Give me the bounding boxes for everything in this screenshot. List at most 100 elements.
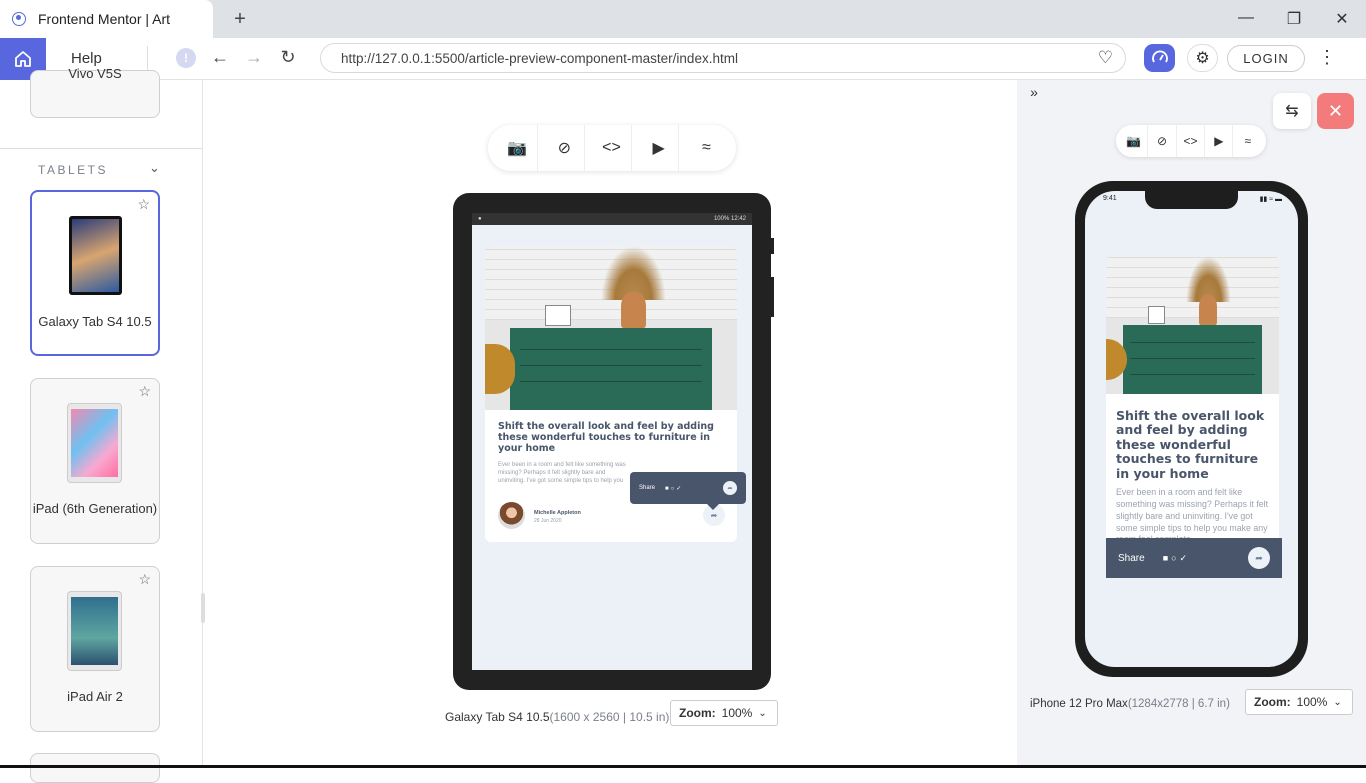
zoom-label: Zoom:	[679, 706, 716, 720]
video-icon[interactable]: ▶	[1205, 125, 1234, 157]
settings-button[interactable]: ⚙	[1187, 44, 1218, 72]
wifi-icon[interactable]: ≈	[686, 125, 726, 171]
phone-article-title: Shift the overall look and feel by addin…	[1116, 408, 1265, 481]
browser-tab[interactable]: Frontend Mentor | Art	[0, 0, 213, 38]
more-menu-icon[interactable]: ⋮	[1318, 47, 1336, 68]
url-bar[interactable]: http://127.0.0.1:5500/article-preview-co…	[320, 43, 1126, 73]
section-title: TABLETS	[38, 163, 108, 177]
chevron-down-icon: ⌄	[1333, 696, 1342, 708]
article-body: Ever been in a room and felt like someth…	[498, 461, 626, 484]
phone-dims: (1284x2778 | 6.7 in)	[1127, 698, 1230, 710]
device-name: iPad (6th Generation)	[32, 501, 158, 516]
gear-icon: ⚙	[1195, 50, 1210, 67]
phone-status-icons: ▮▮ ≈ ▬	[1259, 196, 1282, 203]
phone-zoom-select[interactable]: Zoom: 100% ⌄	[1245, 689, 1353, 715]
device-card-galaxy-tab[interactable]: ☆ Galaxy Tab S4 10.5	[30, 190, 160, 356]
star-icon[interactable]: ☆	[137, 196, 150, 213]
secondary-preview-panel: » ⇆ ✕ 📷 ⊘ <> ▶ ≈ 9:41 ▮▮ ≈ ▬ Shift the o…	[1017, 80, 1366, 768]
ipad-6-image	[67, 403, 122, 483]
device-name: iPad Air 2	[67, 689, 123, 704]
zoom-value: 100%	[1296, 695, 1328, 709]
forward-icon[interactable]: →	[243, 47, 265, 68]
browser-titlebar: Frontend Mentor | Art + — ❐ ✕	[0, 0, 1366, 38]
share-label: Share	[1118, 552, 1145, 564]
phone-device-label: iPhone 12 Pro Max(1284x2778 | 6.7 in)	[1030, 698, 1230, 710]
login-button[interactable]: LOGIN	[1227, 45, 1305, 72]
section-divider	[0, 148, 202, 149]
rotate-icon[interactable]: ⊘	[1149, 125, 1177, 157]
device-card-prev[interactable]: Vivo V5S	[30, 66, 160, 118]
device-card-next[interactable]	[30, 753, 160, 783]
chevron-down-icon: ⌄	[758, 707, 767, 719]
star-icon[interactable]: ☆	[138, 571, 151, 588]
share-close-button[interactable]: ➦	[723, 481, 737, 495]
back-icon[interactable]: ←	[209, 47, 231, 68]
device-card-ipad-air-2[interactable]: ☆ iPad Air 2	[30, 566, 160, 732]
author-avatar	[498, 502, 525, 529]
ipad-air-image	[67, 591, 122, 671]
help-link[interactable]: Help	[71, 50, 102, 67]
phone-article-photo	[1106, 256, 1279, 394]
popover-arrow	[706, 503, 720, 510]
tablet-statusbar: ● 100% 12:42	[472, 213, 752, 225]
article-date: 28 Jun 2020	[534, 518, 562, 524]
speedometer-icon	[1151, 50, 1168, 63]
globe-icon	[12, 12, 26, 26]
phone-device-toolbar: 📷 ⊘ <> ▶ ≈	[1116, 125, 1266, 157]
star-icon[interactable]: ☆	[138, 383, 151, 400]
heart-icon[interactable]: ♡	[1098, 48, 1113, 68]
performance-button[interactable]	[1144, 44, 1175, 72]
device-name: Galaxy Tab S4 10.5	[38, 314, 152, 329]
minimize-icon[interactable]: —	[1236, 9, 1256, 27]
refresh-button[interactable]: ⇆	[1273, 93, 1311, 129]
phone-frame: 9:41 ▮▮ ≈ ▬ Shift the overall look and f…	[1075, 181, 1308, 677]
share-popover: Share ■○✓ ➦	[630, 472, 746, 504]
reload-icon[interactable]: ↻	[277, 47, 299, 68]
rotate-icon[interactable]: ⊘	[545, 125, 585, 171]
code-icon[interactable]: <>	[1177, 125, 1205, 157]
phone-screen: 9:41 ▮▮ ≈ ▬ Shift the overall look and f…	[1085, 191, 1298, 667]
device-toolbar: 📷 ⊘ <> ▶ ≈	[488, 125, 736, 171]
url-text[interactable]: http://127.0.0.1:5500/article-preview-co…	[341, 51, 738, 66]
home-icon	[15, 51, 31, 67]
chevron-down-icon[interactable]: ⌄	[149, 160, 160, 176]
phone-notch	[1145, 191, 1238, 209]
camera-icon[interactable]: 📷	[1120, 125, 1149, 157]
wifi-icon[interactable]: ≈	[1234, 125, 1262, 157]
device-name: Vivo V5S	[68, 66, 122, 81]
tablet-screen: ● 100% 12:42 Shift the overall look and …	[472, 213, 752, 670]
close-icon: ✕	[1327, 100, 1344, 121]
close-preview-button[interactable]: ✕	[1317, 93, 1354, 129]
social-icons[interactable]: ■○✓	[665, 485, 683, 492]
phone-article-card: Shift the overall look and feel by addin…	[1106, 256, 1279, 577]
camera-icon[interactable]: 📷	[498, 125, 538, 171]
device-card-ipad-6[interactable]: ☆ iPad (6th Generation)	[30, 378, 160, 544]
close-window-icon[interactable]: ✕	[1332, 9, 1352, 29]
tablet-zoom-select[interactable]: Zoom: 100% ⌄	[670, 700, 778, 726]
new-tab-button[interactable]: +	[229, 8, 251, 31]
phone-time: 9:41	[1103, 195, 1117, 202]
tablet-name: Galaxy Tab S4 10.5	[445, 710, 550, 724]
article-photo	[485, 246, 737, 410]
sync-icon: ⇆	[1285, 103, 1299, 120]
social-icons[interactable]: ■○✓	[1163, 553, 1190, 564]
video-icon[interactable]: ▶	[639, 125, 680, 171]
phone-share-button[interactable]: ➦	[1248, 547, 1270, 569]
tablet-volume-button	[771, 238, 774, 254]
code-icon[interactable]: <>	[592, 125, 632, 171]
collapse-panel-icon[interactable]: »	[1024, 84, 1044, 104]
device-sidebar: Vivo V5S TABLETS ⌄ ☆ Galaxy Tab S4 10.5 …	[0, 66, 205, 783]
zoom-label: Zoom:	[1254, 695, 1291, 709]
tablet-dims: (1600 x 2560 | 10.5 in)	[549, 710, 670, 724]
article-title: Shift the overall look and feel by addin…	[498, 421, 714, 454]
tablet-status-text: 100% 12:42	[713, 216, 746, 222]
zoom-value: 100%	[721, 706, 753, 720]
info-icon[interactable]: !	[176, 48, 196, 68]
author-name: Michelle Appleton	[534, 510, 581, 516]
tablet-device-label: Galaxy Tab S4 10.5(1600 x 2560 | 10.5 in…	[445, 710, 669, 724]
phone-share-bar: Share ■○✓ ➦	[1106, 538, 1282, 578]
share-label: Share	[639, 485, 656, 491]
tab-title: Frontend Mentor | Art	[38, 11, 171, 27]
restore-icon[interactable]: ❐	[1284, 9, 1304, 29]
phone-name: iPhone 12 Pro Max	[1030, 698, 1128, 710]
